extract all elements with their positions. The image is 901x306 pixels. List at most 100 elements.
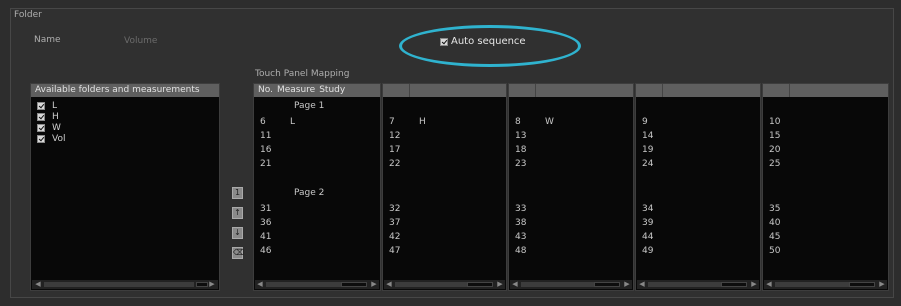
table-row[interactable]: 44	[642, 232, 653, 242]
scroll-track[interactable]	[341, 282, 367, 287]
scroll-right-icon[interactable]: ▶	[208, 280, 216, 289]
table-row[interactable]: 11	[260, 131, 290, 141]
table-row[interactable]: 43	[515, 232, 526, 242]
table-row[interactable]: 22	[389, 159, 419, 169]
scroll-left-icon[interactable]: ◀	[34, 280, 42, 289]
table-row[interactable]: 20	[769, 145, 799, 155]
table-row[interactable]: 47	[389, 246, 400, 256]
column-scrollbar[interactable]: ◀ ▶	[637, 280, 759, 289]
scroll-thumb[interactable]	[648, 282, 724, 287]
table-row[interactable]: 7H	[389, 117, 426, 127]
table-row[interactable]: 42	[389, 232, 400, 242]
scroll-thumb[interactable]	[395, 282, 470, 287]
checkbox-icon[interactable]	[37, 135, 45, 143]
scroll-track[interactable]	[594, 282, 620, 287]
available-item[interactable]: Vol	[37, 134, 65, 144]
touch-panel-title: Touch Panel Mapping	[255, 69, 350, 79]
scroll-thumb[interactable]	[775, 282, 852, 287]
table-row[interactable]: 45	[769, 232, 780, 242]
checkbox-icon[interactable]	[37, 102, 45, 110]
checkbox-icon[interactable]	[37, 124, 45, 132]
table-row[interactable]: 46	[260, 246, 271, 256]
column-scrollbar[interactable]: ◀ ▶	[510, 280, 632, 289]
table-row[interactable]: 37	[389, 218, 400, 228]
available-item[interactable]: L	[37, 101, 57, 111]
cell-no: 45	[769, 232, 781, 242]
table-row[interactable]: 6L	[260, 117, 295, 127]
table-row[interactable]: 25	[769, 159, 799, 169]
scroll-right-icon[interactable]: ▶	[496, 280, 504, 289]
table-row[interactable]: 10	[769, 117, 799, 127]
cell-no: 22	[389, 159, 401, 169]
column-scrollbar[interactable]: ◀ ▶	[255, 280, 379, 289]
scroll-left-icon[interactable]: ◀	[765, 280, 773, 289]
scroll-thumb[interactable]	[521, 282, 597, 287]
scroll-right-icon[interactable]: ▶	[878, 280, 886, 289]
table-row[interactable]: 41	[260, 232, 271, 242]
table-row[interactable]: 49	[642, 246, 653, 256]
scroll-left-icon[interactable]: ◀	[638, 280, 646, 289]
scroll-left-icon[interactable]: ◀	[256, 280, 264, 289]
table-row[interactable]: 31	[260, 204, 271, 214]
table-row[interactable]: 40	[769, 218, 780, 228]
table-row[interactable]: 34	[642, 204, 653, 214]
table-row[interactable]: 13	[515, 131, 545, 141]
table-row[interactable]: 12	[389, 131, 419, 141]
name-field[interactable]: Volume	[124, 36, 157, 46]
cell-no: 31	[260, 204, 272, 214]
scroll-thumb[interactable]	[266, 282, 344, 287]
scroll-track[interactable]	[721, 282, 747, 287]
checkbox-icon[interactable]	[440, 37, 448, 46]
touch-panel-column[interactable]: No. Measure Study Page 1 Page 2 6 L 11 16 21 31 36 4…	[253, 83, 381, 291]
table-row[interactable]: 36	[260, 218, 271, 228]
auto-sequence-label: Auto sequence	[451, 36, 526, 47]
column-scrollbar[interactable]: ◀ ▶	[384, 280, 505, 289]
table-row[interactable]: 17	[389, 145, 419, 155]
available-list[interactable]: Available folders and measurements L H W Vo…	[30, 83, 220, 291]
table-row[interactable]: 48	[515, 246, 526, 256]
scroll-track[interactable]	[196, 282, 208, 287]
table-row[interactable]: 19	[642, 145, 672, 155]
table-row[interactable]: 38	[515, 218, 526, 228]
table-row[interactable]: 15	[769, 131, 799, 141]
page-up-icon[interactable]: ↑	[232, 207, 243, 219]
available-scrollbar[interactable]: ◀ ▶	[32, 280, 218, 289]
checkbox-icon[interactable]	[37, 113, 45, 121]
auto-sequence-checkbox[interactable]: Auto sequence	[440, 36, 526, 47]
page-first-icon[interactable]: 1	[232, 187, 243, 199]
table-row[interactable]: 8W	[515, 117, 554, 127]
table-row[interactable]: 33	[515, 204, 526, 214]
scroll-left-icon[interactable]: ◀	[385, 280, 393, 289]
scroll-track[interactable]	[467, 282, 493, 287]
touch-panel-column[interactable]: 10 15 20 25 35 40 45 50 ◀ ▶	[762, 83, 889, 291]
table-row[interactable]: 50	[769, 246, 780, 256]
scroll-right-icon[interactable]: ▶	[370, 280, 378, 289]
available-item[interactable]: H	[37, 112, 59, 122]
table-row[interactable]: 23	[515, 159, 545, 169]
table-row[interactable]: 14	[642, 131, 672, 141]
scroll-right-icon[interactable]: ▶	[750, 280, 758, 289]
table-row[interactable]: 24	[642, 159, 672, 169]
cell-no: 17	[389, 145, 401, 155]
table-row[interactable]: 35	[769, 204, 780, 214]
table-row[interactable]: 9	[642, 117, 672, 127]
touch-panel-column[interactable]: 9 14 19 24 34 39 44 49 ◀ ▶	[635, 83, 761, 291]
table-row[interactable]: 21	[260, 159, 290, 169]
scroll-right-icon[interactable]: ▶	[623, 280, 631, 289]
column-scrollbar[interactable]: ◀ ▶	[764, 280, 887, 289]
remove-icon: ⌫	[233, 248, 245, 257]
remove-icon[interactable]: ⌫	[232, 247, 245, 259]
table-row[interactable]: 16	[260, 145, 290, 155]
touch-panel-column[interactable]: 7 H 12 17 22 32 37 42 47 ◀ ▶	[382, 83, 507, 291]
table-row[interactable]: 39	[642, 218, 653, 228]
table-row[interactable]: 18	[515, 145, 545, 155]
scroll-thumb[interactable]	[44, 282, 194, 287]
scroll-left-icon[interactable]: ◀	[511, 280, 519, 289]
table-row[interactable]: 32	[389, 204, 400, 214]
scroll-track[interactable]	[849, 282, 875, 287]
available-item[interactable]: W	[37, 123, 61, 133]
page2-label: Page 2	[294, 188, 325, 198]
touch-panel-column[interactable]: 8 W 13 18 23 33 38 43 48 ◀ ▶	[508, 83, 634, 291]
page-down-icon: ↓	[234, 228, 241, 237]
page-down-icon[interactable]: ↓	[232, 227, 243, 239]
